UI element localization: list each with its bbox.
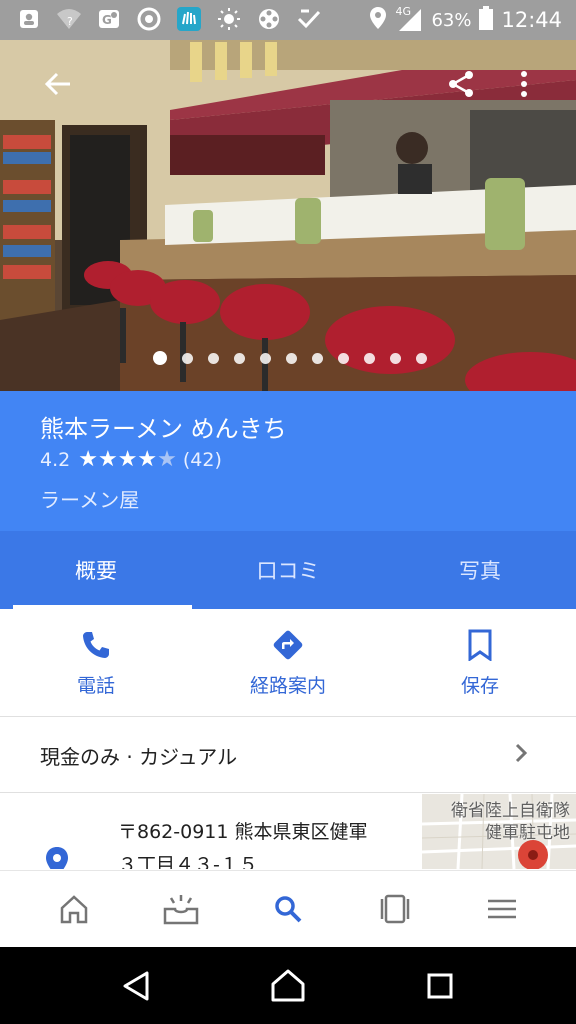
location-pin-icon [44,846,70,869]
address-text: 〒862-0911 熊本県東区健軍 ３丁目４３-１５ [118,816,368,869]
carousel-dot [153,351,167,365]
star-filled-icon: ★ [78,447,98,472]
directions-icon [270,627,306,663]
phone-icon [78,627,114,663]
restaurant-photo [0,40,576,391]
nav-cards[interactable] [365,879,425,939]
tab-overview[interactable]: 概要 [0,531,192,609]
place-category: ラーメン屋 [40,488,140,512]
tab-label: 口コミ [256,559,320,583]
bookmark-icon [462,627,498,663]
place-title: 熊本ラーメン めんきち [40,415,287,443]
carousel-dot [208,352,219,364]
star-filled-icon: ★ [137,447,158,472]
more-vert-icon [521,71,527,97]
star-filled-icon: ★ [97,447,118,472]
carousel-dot [182,352,193,364]
bottom-navigation [0,870,576,947]
directions-label: 経路案内 [249,675,326,697]
carousel-dot [260,352,271,364]
status-bar: ? G 4G 63% 12:44 [0,0,576,40]
checkmark-icon [296,6,322,32]
contacts-icon [16,6,42,32]
save-button[interactable]: 保存 [384,609,576,716]
cards-icon [380,894,410,924]
location-icon [369,6,387,35]
nav-menu[interactable] [472,879,532,939]
system-status: 4G 63% 12:44 [369,0,562,40]
notification-icons: ? G [16,6,322,32]
recents-square-icon [427,973,453,998]
review-count: (42) [182,449,222,471]
network-type: 4G [395,5,411,18]
rating-row[interactable]: 4.2 ★ ★ ★ ★ ★ (42) [40,449,222,472]
brightness-icon [216,6,242,32]
place-header: 熊本ラーメン めんきち 4.2 ★ ★ ★ ★ ★ (42) ラーメン屋 [0,391,576,531]
address-line-1: 〒862-0911 熊本県東区健軍 [118,821,368,843]
clock: 12:44 [501,8,562,32]
home-circle-icon [271,969,305,1001]
carousel-dot [390,352,401,364]
carousel-dot [416,352,427,364]
back-button[interactable] [34,60,82,108]
back-triangle-icon [123,971,149,1000]
arrow-back-icon [44,72,70,96]
nav-home[interactable] [44,879,104,939]
call-label: 電話 [76,675,115,697]
address-row[interactable]: 〒862-0911 熊本県東区健軍 ３丁目４３-１５ 衛省陸上自衛隊 健軍駐屯地 [0,794,576,869]
tab-photos[interactable]: 写真 [384,531,576,609]
share-button[interactable] [437,60,485,108]
more-options-button[interactable] [500,60,548,108]
svg-text:?: ? [67,15,73,28]
nav-updates[interactable] [151,879,211,939]
tab-bar: 概要 口コミ 写真 [0,531,576,609]
svg-text:G: G [102,13,112,27]
chrome-icon [136,6,162,32]
inbox-icon [163,895,199,925]
star-empty-icon: ★ [157,447,177,472]
signal-icon: 4G [395,5,423,33]
attributes-text: 現金のみ · カジュアル [40,744,238,769]
wifi-question-icon: ? [56,6,82,32]
nav-search[interactable] [258,879,318,939]
map-label-2: 健軍駐屯地 [485,823,570,843]
action-row: 電話 経路案内 保存 [0,609,576,717]
star-filled-icon: ★ [117,447,138,472]
menu-icon [488,899,517,919]
carousel-dot [364,352,375,364]
map-thumbnail[interactable]: 衛省陸上自衛隊 健軍駐屯地 [422,794,576,869]
tab-label: 写真 [459,559,501,583]
call-button[interactable]: 電話 [0,609,192,716]
rating-stars: ★ ★ ★ ★ ★ [78,449,177,471]
carousel-dot [338,352,349,364]
film-icon [256,6,282,32]
attributes-row[interactable]: 現金のみ · カジュアル [0,718,576,793]
search-icon [275,896,302,923]
place-photo-carousel[interactable] [0,40,576,391]
chevron-right-icon [514,742,528,768]
photo-page-indicator [153,351,427,365]
map-marker-icon [518,840,548,869]
home-icon [60,895,87,924]
carousel-dot [286,352,297,364]
battery-icon [479,5,494,35]
carousel-dot [312,352,323,364]
system-home-button[interactable] [258,956,318,1016]
directions-button[interactable]: 経路案内 [192,609,384,716]
rating-value: 4.2 [40,449,71,471]
carousel-dot [234,352,245,364]
system-back-button[interactable] [106,956,166,1016]
tab-label: 概要 [75,559,117,583]
share-icon [449,71,473,97]
system-recents-button[interactable] [410,956,470,1016]
tab-reviews[interactable]: 口コミ [192,531,384,609]
save-label: 保存 [460,675,499,697]
address-line-2: ３丁目４３-１５ [118,854,258,869]
app-badge-icon [176,6,202,32]
battery-percent: 63% [431,9,472,31]
system-navigation [0,947,576,1024]
maps-icon: G [96,6,122,32]
